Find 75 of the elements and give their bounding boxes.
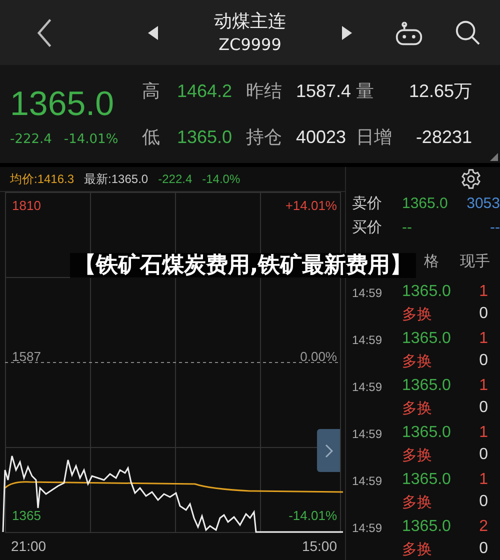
tick-price: 1365.0 bbox=[402, 283, 452, 302]
order-volume: -- bbox=[489, 218, 500, 236]
tick-change: 0 bbox=[478, 540, 488, 559]
time-label: 15:00 bbox=[302, 538, 337, 554]
tick-type: 多换 bbox=[402, 305, 433, 325]
price-change: -222.4 bbox=[10, 132, 52, 146]
contract-code: ZC9999 bbox=[218, 34, 282, 56]
tick-volume: 1 bbox=[478, 330, 488, 349]
tick-price: 1365.0 bbox=[402, 471, 452, 490]
axis-label: 0.00% bbox=[300, 349, 337, 365]
tick-time: 14:59 bbox=[352, 285, 384, 302]
settings-icon[interactable] bbox=[460, 168, 482, 190]
tick-time: 14:59 bbox=[352, 473, 384, 490]
tick-time: 14:59 bbox=[352, 426, 384, 443]
tick-type: 多换 bbox=[402, 399, 433, 419]
time-label: 21:00 bbox=[11, 538, 46, 554]
stat-label: 昨结 bbox=[246, 80, 283, 103]
stat-label: 高 bbox=[142, 80, 161, 103]
previous-icon[interactable] bbox=[148, 26, 158, 40]
percent-change: -14.0% bbox=[202, 172, 240, 186]
stat-value: 12.65万 bbox=[408, 80, 472, 103]
stat-value: 1587.4 bbox=[296, 80, 352, 102]
tick-volume: 1 bbox=[478, 471, 488, 490]
tick-volume: 2 bbox=[478, 518, 488, 537]
caption-text: 【铁矿石煤炭费用,铁矿最新费用】 bbox=[70, 253, 416, 278]
window-title: 动煤主连 bbox=[214, 10, 286, 34]
tick-change: 0 bbox=[478, 446, 488, 465]
tick-type: 多换 bbox=[402, 446, 433, 466]
tick-volume: 1 bbox=[478, 377, 488, 396]
tick-time: 14:59 bbox=[352, 332, 384, 349]
tick-type: 多换 bbox=[402, 493, 433, 513]
stat-value: -28231 bbox=[414, 126, 472, 148]
order-price: 1365.0 bbox=[402, 194, 449, 212]
column-header: 格 bbox=[424, 252, 439, 270]
chevron-icon bbox=[324, 444, 332, 458]
axis-label: 1810 bbox=[12, 198, 41, 214]
tick-time: 14:59 bbox=[352, 379, 384, 396]
tick-volume: 1 bbox=[478, 283, 488, 302]
stat-value: 40023 bbox=[296, 126, 348, 148]
order-volume: 3053 bbox=[466, 194, 500, 212]
tick-price: 1365.0 bbox=[402, 424, 452, 443]
tick-change: 0 bbox=[478, 399, 488, 418]
search-icon[interactable] bbox=[454, 19, 481, 46]
tick-change: 0 bbox=[478, 352, 488, 371]
tick-change: 0 bbox=[478, 493, 488, 512]
tick-price: 1365.0 bbox=[402, 518, 452, 537]
stat-label: 持仓 bbox=[246, 126, 283, 149]
price-change: -222.4 bbox=[158, 172, 192, 186]
tick-time: 14:59 bbox=[352, 520, 384, 537]
stat-label: 低 bbox=[142, 126, 161, 149]
order-label: 买价 bbox=[351, 218, 383, 236]
order-label: 卖价 bbox=[351, 194, 383, 212]
axis-label: 1587 bbox=[12, 349, 41, 365]
last-price: 1365.0 bbox=[10, 84, 115, 124]
tick-volume: 1 bbox=[478, 424, 488, 443]
tick-type: 多换 bbox=[402, 352, 433, 372]
tick-price: 1365.0 bbox=[402, 330, 452, 349]
column-header: 现手 bbox=[460, 252, 490, 270]
stat-value: 1464.2 bbox=[176, 80, 233, 102]
percent-change: -14.01% bbox=[64, 132, 118, 146]
order-price: -- bbox=[402, 218, 413, 236]
latest-price: 最新:1365.0 bbox=[84, 170, 148, 188]
tick-price: 1365.0 bbox=[402, 377, 452, 396]
stat-label: 量 bbox=[356, 80, 375, 103]
axis-label: 1365 bbox=[12, 508, 41, 524]
axis-label: +14.01% bbox=[285, 198, 337, 214]
tick-type: 多换 bbox=[402, 540, 433, 560]
next-icon[interactable] bbox=[342, 26, 352, 40]
corner-icon bbox=[490, 153, 498, 161]
tick-change: 0 bbox=[478, 305, 488, 324]
stat-value: 1365.0 bbox=[176, 126, 233, 148]
stat-label: 日增 bbox=[356, 126, 392, 149]
average-price: 均价:1416.3 bbox=[10, 170, 74, 188]
back-icon[interactable] bbox=[36, 18, 54, 48]
axis-label: -14.01% bbox=[288, 508, 337, 524]
